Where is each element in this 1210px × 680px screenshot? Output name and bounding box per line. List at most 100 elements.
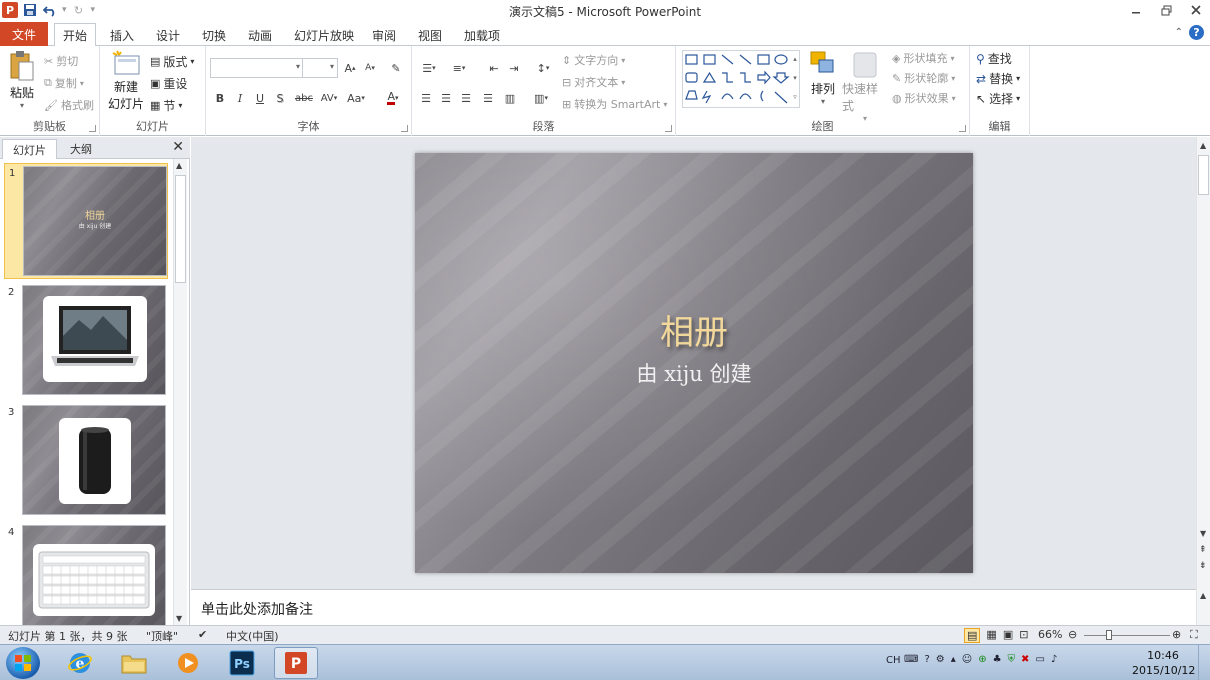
notes-pane[interactable]: 单击此处添加备注 xyxy=(191,589,1196,625)
scroll-up-icon[interactable]: ▲ xyxy=(1200,591,1206,600)
slide-canvas[interactable]: 相册 由 xiju 创建 xyxy=(415,153,973,573)
align-text-button[interactable]: ⊟ 对齐文本 ▾ xyxy=(562,74,625,90)
theme-name[interactable]: "顶峰" xyxy=(146,628,178,644)
line-spacing-icon[interactable]: ↕ ▾ xyxy=(532,60,554,76)
file-explorer-icon[interactable] xyxy=(112,647,156,679)
slide-subtitle[interactable]: 由 xiju 创建 xyxy=(415,358,973,388)
tab-addins[interactable]: 加载项 xyxy=(456,24,508,46)
slideshow-view-icon[interactable]: ⊡ xyxy=(1019,628,1028,643)
show-desktop-button[interactable] xyxy=(1198,645,1210,680)
layout-button[interactable]: ▤ 版式 ▾ xyxy=(150,53,194,70)
change-case-button[interactable]: Aa ▾ xyxy=(344,90,368,106)
arrange-button[interactable]: 排列 ▾ xyxy=(808,50,838,106)
ime-settings-icon[interactable]: ⚙ xyxy=(936,654,945,665)
previous-slide-icon[interactable]: ⇞ xyxy=(1199,545,1207,555)
shape-effects-button[interactable]: ◍ 形状效果 ▾ xyxy=(892,90,956,106)
close-button[interactable] xyxy=(1188,1,1204,19)
normal-view-icon[interactable]: ▤ xyxy=(964,628,981,643)
bullets-icon[interactable]: ☰ ▾ xyxy=(418,60,440,76)
ime-indicator[interactable]: CH xyxy=(886,655,901,666)
zoom-in-icon[interactable]: ⊕ xyxy=(1172,628,1181,641)
scroll-thumb[interactable] xyxy=(175,175,186,283)
tab-view[interactable]: 视图 xyxy=(410,24,450,46)
scroll-down-icon[interactable]: ▼ xyxy=(176,614,182,623)
font-launcher-icon[interactable] xyxy=(401,125,408,132)
clear-formatting-icon[interactable]: ✎ xyxy=(388,60,404,76)
notes-placeholder[interactable]: 单击此处添加备注 xyxy=(201,599,313,619)
penguin-icon[interactable]: ♣ xyxy=(993,654,1002,665)
convert-smartart-button[interactable]: ⊞ 转换为 SmartArt ▾ xyxy=(562,96,667,112)
align-right-icon[interactable]: ☰ xyxy=(458,90,474,106)
minimize-ribbon-icon[interactable]: ⌃ xyxy=(1175,27,1183,38)
clock[interactable]: 10:46 2015/10/12 xyxy=(1132,648,1195,678)
bold-button[interactable]: B xyxy=(212,90,228,106)
network-error-icon[interactable]: ✖ xyxy=(1021,654,1029,665)
photoshop-icon[interactable]: Ps xyxy=(220,647,264,679)
notes-scrollbar[interactable]: ▲ xyxy=(1196,589,1210,625)
numbering-icon[interactable]: ≡ ▾ xyxy=(448,60,470,76)
zoom-slider-thumb[interactable] xyxy=(1106,630,1112,640)
shapes-gallery-scroll[interactable]: ▴ ▾ ▿ xyxy=(790,50,800,108)
font-color-button[interactable]: A ▾ xyxy=(382,90,404,106)
increase-indent-icon[interactable]: ⇥ xyxy=(506,60,522,76)
reading-view-icon[interactable]: ▣ xyxy=(1003,628,1013,643)
section-button[interactable]: ▦ 节 ▾ xyxy=(150,97,182,114)
paragraph-launcher-icon[interactable] xyxy=(665,125,672,132)
drawing-launcher-icon[interactable] xyxy=(959,125,966,132)
distributed-icon[interactable]: ▥ xyxy=(502,90,518,106)
internet-explorer-icon[interactable]: e xyxy=(58,647,102,679)
volume-icon[interactable]: ♪ xyxy=(1051,654,1057,665)
replace-button[interactable]: ⇄ 替换 ▾ xyxy=(976,70,1020,87)
shape-outline-button[interactable]: ✎ 形状轮廓 ▾ xyxy=(892,70,955,86)
help-icon[interactable]: ? xyxy=(1189,25,1204,40)
shapes-gallery[interactable] xyxy=(682,50,800,108)
align-center-icon[interactable]: ☰ xyxy=(438,90,454,106)
scroll-thumb[interactable] xyxy=(1198,155,1209,195)
fit-to-window-icon[interactable]: ⛶ xyxy=(1190,628,1198,642)
cut-button[interactable]: ✂ 剪切 xyxy=(44,53,78,69)
next-slide-icon[interactable]: ⇟ xyxy=(1199,561,1207,571)
zoom-out-icon[interactable]: ⊖ xyxy=(1068,628,1077,641)
tab-insert[interactable]: 插入 xyxy=(102,24,142,46)
text-direction-button[interactable]: ⇕ 文字方向 ▾ xyxy=(562,52,625,68)
powerpoint-taskbar-icon[interactable]: P xyxy=(274,647,318,679)
slide-thumbnail-1[interactable]: 1 相册 由 xiju 创建 xyxy=(4,163,168,279)
find-button[interactable]: ⚲ 查找 xyxy=(976,50,1012,67)
add-icon[interactable]: ⊕ xyxy=(978,654,986,665)
text-shadow-button[interactable]: S xyxy=(272,90,288,106)
justify-icon[interactable]: ☰ xyxy=(480,90,496,106)
grow-font-button[interactable]: A ▴ xyxy=(342,60,358,76)
zoom-level[interactable]: 66% xyxy=(1038,628,1062,641)
zoom-slider[interactable] xyxy=(1084,635,1170,636)
start-button[interactable] xyxy=(6,647,40,679)
clipboard-launcher-icon[interactable] xyxy=(89,125,96,132)
strikethrough-button[interactable]: abc xyxy=(294,90,314,106)
tab-slideshow[interactable]: 幻灯片放映 xyxy=(286,24,362,46)
character-spacing-button[interactable]: AV ▾ xyxy=(318,90,340,106)
quick-styles-button[interactable]: 快速样式 ▾ xyxy=(842,50,888,123)
tab-review[interactable]: 审阅 xyxy=(364,24,404,46)
slide-thumbnail-2[interactable]: 2 xyxy=(4,283,168,399)
shrink-font-button[interactable]: A ▾ xyxy=(362,60,378,76)
slide-thumbnail-3[interactable]: 3 xyxy=(4,403,168,519)
display-icon[interactable]: ▭ xyxy=(1035,654,1044,665)
slide-thumbnail-4[interactable]: 4 xyxy=(4,523,168,639)
close-pane-icon[interactable]: ✕ xyxy=(172,139,184,155)
keyboard-icon[interactable]: ⌨ xyxy=(904,654,918,665)
select-button[interactable]: ↖ 选择 ▾ xyxy=(976,90,1020,107)
tab-slides[interactable]: 幻灯片 xyxy=(2,139,57,159)
restore-button[interactable] xyxy=(1158,1,1174,19)
spelling-check-icon[interactable]: ✔ xyxy=(198,628,207,641)
tab-home[interactable]: 开始 xyxy=(54,23,97,47)
tab-transitions[interactable]: 切换 xyxy=(194,24,234,46)
slide-sorter-icon[interactable]: ▦ xyxy=(986,628,996,643)
tab-animations[interactable]: 动画 xyxy=(240,24,280,46)
language[interactable]: 中文(中国) xyxy=(226,628,279,644)
italic-button[interactable]: I xyxy=(232,90,248,106)
qq-icon[interactable]: ☺ xyxy=(962,654,972,665)
tab-outline[interactable]: 大纲 xyxy=(60,139,102,159)
scroll-up-icon[interactable]: ▲ xyxy=(176,161,182,170)
slides-pane-scrollbar[interactable]: ▲ ▼ xyxy=(173,159,187,625)
paste-button[interactable]: 粘贴 ▾ xyxy=(6,50,38,110)
show-hidden-icons-icon[interactable]: ▴ xyxy=(951,654,956,665)
